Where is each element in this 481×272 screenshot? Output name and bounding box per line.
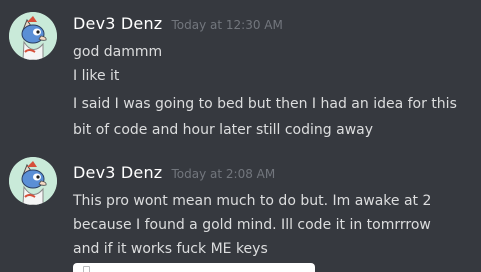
message-line: bit of code and hour later still coding …: [73, 122, 374, 138]
avatar[interactable]: [9, 157, 57, 205]
message-line: I like it: [73, 68, 120, 84]
message-line: I said I was going to bed but then I had…: [73, 96, 457, 112]
attachment-embed[interactable]: [73, 263, 315, 272]
avatar-icon: [9, 12, 57, 60]
username[interactable]: Dev3 Denz: [73, 163, 162, 182]
avatar-icon: [9, 157, 57, 205]
message-header: Dev3 Denz Today at 2:08 AM: [73, 163, 275, 182]
chat-view: Dev3 Denz Today at 12:30 AM god dammm I …: [0, 0, 481, 272]
timestamp[interactable]: Today at 2:08 AM: [172, 167, 276, 181]
message-line: and if it works fuck ME keys: [73, 241, 268, 257]
timestamp[interactable]: Today at 12:30 AM: [172, 18, 283, 32]
username[interactable]: Dev3 Denz: [73, 14, 162, 33]
file-icon: [83, 266, 90, 272]
avatar[interactable]: [9, 12, 57, 60]
message-line: because I found a gold mind. Ill code it…: [73, 217, 431, 233]
message-line: god dammm: [73, 44, 163, 60]
message-line: This pro wont mean much to do but. Im aw…: [73, 193, 432, 209]
message-header: Dev3 Denz Today at 12:30 AM: [73, 14, 283, 33]
